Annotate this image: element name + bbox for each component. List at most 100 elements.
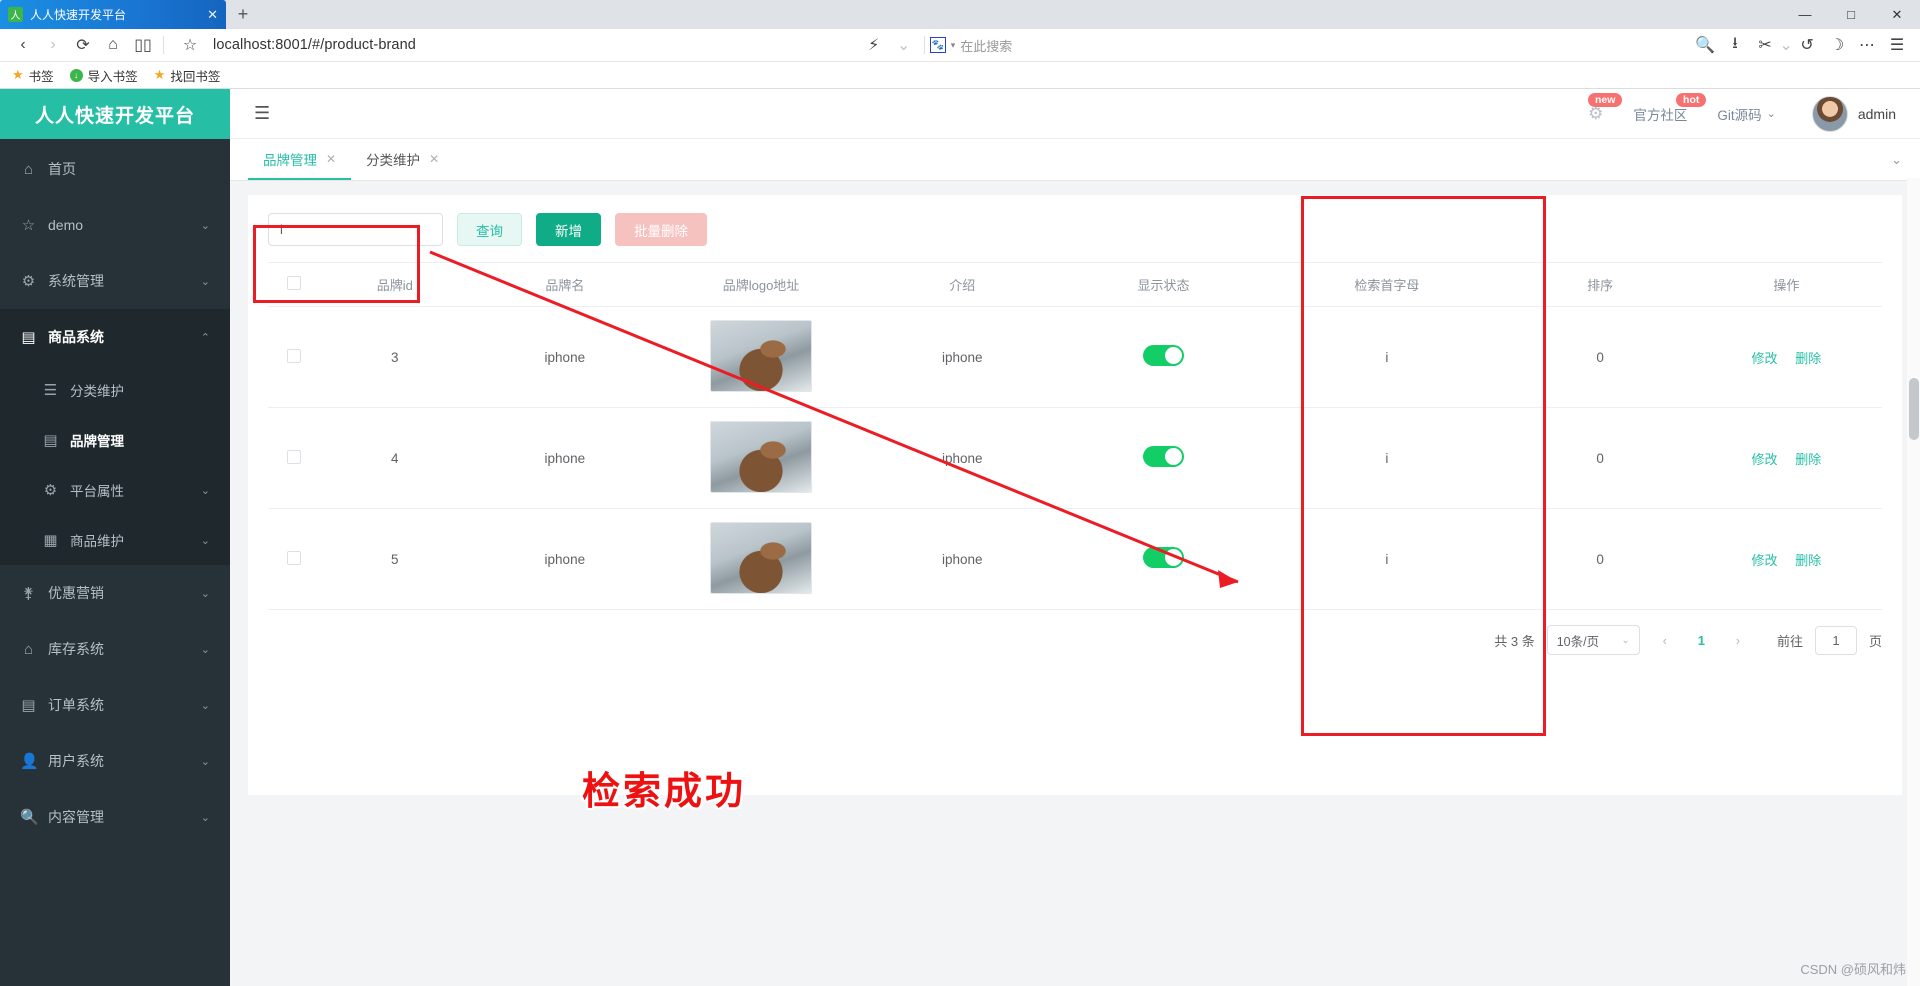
row-select-cell bbox=[268, 307, 320, 408]
star-icon: ★ bbox=[154, 67, 166, 83]
tag-icon: ⚵ bbox=[20, 584, 37, 602]
download-icon[interactable]: ⭳ bbox=[1720, 30, 1750, 60]
show-status-toggle[interactable] bbox=[1143, 345, 1184, 366]
table-row[interactable]: 3 iphone iphone i 0 修改 删除 bbox=[268, 307, 1882, 408]
delete-link[interactable]: 删除 bbox=[1795, 452, 1821, 467]
close-icon[interactable]: ✕ bbox=[429, 152, 439, 166]
browser-menu-icon[interactable]: ☰ bbox=[1882, 30, 1912, 60]
moon-icon[interactable]: ☽ bbox=[1822, 30, 1852, 60]
git-source-dropdown[interactable]: Git源码 ⌄ bbox=[1717, 104, 1775, 124]
sidebar-item-demo[interactable]: ☆ demo ⌄ bbox=[0, 197, 230, 253]
search-input[interactable] bbox=[268, 213, 443, 246]
page-number-1[interactable]: 1 bbox=[1690, 633, 1713, 648]
chevron-down-icon-3[interactable]: ⌄ bbox=[1780, 30, 1792, 60]
more-options-icon[interactable]: ⋯ bbox=[1852, 30, 1882, 60]
annotation-text: 检索成功 bbox=[582, 760, 746, 815]
tabs-collapse-icon[interactable]: ⌄ bbox=[1891, 139, 1902, 181]
community-link[interactable]: 官方社区 hot bbox=[1633, 104, 1687, 124]
add-button[interactable]: 新增 bbox=[536, 213, 601, 246]
sidebar-item-product-system[interactable]: ▤ 商品系统 ⌃ bbox=[0, 309, 230, 365]
chevron-down-icon: ⌄ bbox=[201, 811, 210, 824]
sidebar-item-inventory-system[interactable]: ⌂ 库存系统 ⌄ bbox=[0, 621, 230, 677]
page-unit-label: 页 bbox=[1869, 631, 1882, 650]
tab-brand-management[interactable]: 品牌管理 ✕ bbox=[248, 139, 351, 180]
app-logo: 人人快速开发平台 bbox=[0, 89, 230, 139]
page-scrollbar-thumb[interactable] bbox=[1909, 378, 1919, 440]
sidebar-item-label: demo bbox=[48, 217, 190, 233]
sidebar-item-label: 系统管理 bbox=[48, 271, 190, 291]
bookmark-item[interactable]: ★ 找回书签 bbox=[154, 66, 221, 85]
cell-brand-id: 4 bbox=[320, 408, 469, 509]
reload-icon[interactable]: ⟳ bbox=[68, 30, 98, 60]
bookmark-star-icon[interactable]: ☆ bbox=[175, 30, 205, 60]
new-tab-button[interactable]: + bbox=[226, 0, 260, 29]
scissors-icon[interactable]: ✂ bbox=[1750, 30, 1780, 60]
star-icon: ☆ bbox=[20, 216, 37, 234]
edit-link[interactable]: 修改 bbox=[1751, 553, 1777, 568]
bookmark-item[interactable]: ↓ 导入书签 bbox=[70, 66, 138, 85]
brand-logo-image bbox=[710, 522, 812, 594]
batch-delete-button[interactable]: 批量删除 bbox=[615, 213, 707, 246]
table-row[interactable]: 5 iphone iphone i 0 修改 删除 bbox=[268, 509, 1882, 610]
row-checkbox[interactable] bbox=[287, 450, 301, 464]
home-icon[interactable]: ⌂ bbox=[98, 30, 128, 60]
settings-button[interactable]: ⚙ new bbox=[1588, 104, 1603, 124]
goto-page-input[interactable] bbox=[1815, 626, 1857, 655]
sidebar-item-home[interactable]: ⌂ 首页 bbox=[0, 141, 230, 197]
prev-page-button[interactable]: ‹ bbox=[1652, 627, 1678, 653]
tab-category-maintenance[interactable]: 分类维护 ✕ bbox=[351, 139, 454, 180]
select-all-checkbox[interactable] bbox=[287, 276, 301, 290]
row-checkbox[interactable] bbox=[287, 349, 301, 363]
cell-brand-name: iphone bbox=[469, 307, 660, 408]
edit-link[interactable]: 修改 bbox=[1751, 351, 1777, 366]
list-icon: ☰ bbox=[42, 381, 59, 399]
edit-link[interactable]: 修改 bbox=[1751, 452, 1777, 467]
undo-icon[interactable]: ↺ bbox=[1792, 30, 1822, 60]
browser-search-box[interactable]: 🐾 ▾ 在此搜索 bbox=[930, 36, 1013, 55]
sidebar-item-product-maintenance[interactable]: ▦ 商品维护 ⌄ bbox=[0, 515, 230, 565]
brand-table: 品牌id 品牌名 品牌logo地址 介绍 显示状态 检索首字母 排序 操作 bbox=[268, 262, 1882, 610]
close-icon[interactable]: ✕ bbox=[326, 152, 336, 166]
delete-link[interactable]: 删除 bbox=[1795, 351, 1821, 366]
chevron-down-icon: ⌄ bbox=[1621, 635, 1629, 646]
delete-link[interactable]: 删除 bbox=[1795, 553, 1821, 568]
column-header-show-status: 显示状态 bbox=[1063, 263, 1264, 307]
sidebar-item-user-system[interactable]: 👤 用户系统 ⌄ bbox=[0, 733, 230, 789]
lightning-icon[interactable]: ⚡ bbox=[859, 30, 889, 60]
window-minimize-button[interactable]: — bbox=[1782, 0, 1828, 29]
table-row[interactable]: 4 iphone iphone i 0 修改 删除 bbox=[268, 408, 1882, 509]
page-scrollbar-track[interactable] bbox=[1907, 178, 1920, 986]
row-checkbox[interactable] bbox=[287, 551, 301, 565]
sidebar-item-brand-management[interactable]: ▤ 品牌管理 bbox=[0, 415, 230, 465]
cell-first-letter: i bbox=[1264, 509, 1510, 610]
url-bar[interactable]: ☆ localhost:8001/#/product-brand bbox=[169, 32, 859, 58]
reader-mode-icon[interactable]: ▯▯ bbox=[128, 30, 158, 60]
sidebar-item-system-management[interactable]: ⚙ 系统管理 ⌄ bbox=[0, 253, 230, 309]
back-icon[interactable]: ‹ bbox=[8, 30, 38, 60]
window-close-button[interactable]: ✕ bbox=[1874, 0, 1920, 29]
chevron-down-icon[interactable]: ⌄ bbox=[889, 30, 919, 60]
sidebar-item-platform-attributes[interactable]: ⚙ 平台属性 ⌄ bbox=[0, 465, 230, 515]
bookmark-item[interactable]: ★ 书签 bbox=[12, 66, 54, 85]
new-badge: new bbox=[1588, 93, 1622, 107]
show-status-toggle[interactable] bbox=[1143, 547, 1184, 568]
avatar[interactable] bbox=[1812, 96, 1848, 132]
sidebar-item-content-management[interactable]: 🔍 内容管理 ⌄ bbox=[0, 789, 230, 845]
sidebar-item-order-system[interactable]: ▤ 订单系统 ⌄ bbox=[0, 677, 230, 733]
hamburger-menu-icon[interactable]: ☰ bbox=[254, 103, 270, 124]
sidebar-item-promotion-marketing[interactable]: ⚵ 优惠营销 ⌄ bbox=[0, 565, 230, 621]
username-label[interactable]: admin bbox=[1858, 106, 1896, 122]
browser-tab[interactable]: 人 人人快速开发平台 ✕ bbox=[0, 0, 226, 29]
window-maximize-button[interactable]: □ bbox=[1828, 0, 1874, 29]
cell-sort: 0 bbox=[1510, 509, 1691, 610]
chevron-down-icon-2[interactable]: ▾ bbox=[951, 40, 956, 51]
forward-icon[interactable]: › bbox=[38, 30, 68, 60]
query-button[interactable]: 查询 bbox=[457, 213, 522, 246]
show-status-toggle[interactable] bbox=[1143, 446, 1184, 467]
cell-sort: 0 bbox=[1510, 408, 1691, 509]
sidebar-item-category-maintenance[interactable]: ☰ 分类维护 bbox=[0, 365, 230, 415]
tab-close-icon[interactable]: ✕ bbox=[207, 7, 218, 23]
page-size-select[interactable]: 10条/页 ⌄ bbox=[1547, 625, 1640, 655]
search-icon[interactable]: 🔍 bbox=[1690, 30, 1720, 60]
next-page-button[interactable]: › bbox=[1725, 627, 1751, 653]
